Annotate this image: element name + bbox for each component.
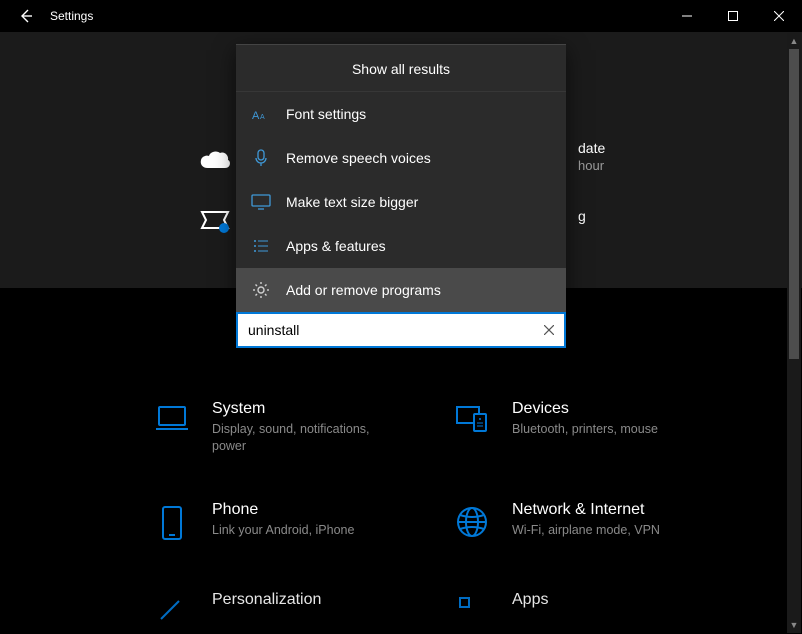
window-controls <box>664 0 802 32</box>
tile-label: Apps <box>512 591 548 609</box>
tile-label: Devices <box>512 400 658 418</box>
result-label: Apps & features <box>286 238 386 254</box>
maximize-button[interactable] <box>710 0 756 32</box>
globe-icon <box>452 501 492 545</box>
scroll-up-arrow-icon[interactable]: ▲ <box>787 33 801 49</box>
tile-label: System <box>212 400 392 418</box>
tile-desc: Bluetooth, printers, mouse <box>512 421 658 438</box>
tile-apps[interactable]: Apps <box>452 591 752 634</box>
scroll-down-arrow-icon[interactable]: ▼ <box>787 617 801 633</box>
window-title: Settings <box>50 9 93 23</box>
browsing-peek: g <box>578 208 586 224</box>
peek-text-1: date <box>578 140 605 156</box>
back-arrow-icon <box>18 8 34 24</box>
result-apps-features[interactable]: Apps & features <box>236 224 566 268</box>
categories-grid: System Display, sound, notifications, po… <box>152 400 742 634</box>
vertical-scrollbar[interactable]: ▲ ▼ <box>787 33 801 633</box>
svg-text:A: A <box>252 110 260 122</box>
update-peek: date hour <box>578 140 605 173</box>
result-font-settings[interactable]: AA Font settings <box>236 92 566 136</box>
result-add-remove-programs[interactable]: Add or remove programs <box>236 268 566 312</box>
result-text-size[interactable]: Make text size bigger <box>236 180 566 224</box>
laptop-icon <box>152 400 192 444</box>
tile-label: Personalization <box>212 591 321 609</box>
list-icon <box>250 235 272 257</box>
tile-phone[interactable]: Phone Link your Android, iPhone <box>152 501 452 545</box>
monitor-icon <box>250 191 272 213</box>
search-results-dropdown: Show all results AA Font settings Remove… <box>236 44 566 348</box>
close-icon <box>774 11 784 21</box>
maximize-icon <box>728 11 738 21</box>
search-input[interactable] <box>238 322 534 338</box>
tile-desc: Display, sound, notifications, power <box>212 421 392 455</box>
show-all-results[interactable]: Show all results <box>236 45 566 92</box>
titlebar: Settings <box>0 0 802 32</box>
svg-text:A: A <box>260 114 265 121</box>
back-button[interactable] <box>6 0 46 32</box>
cloud-icon <box>198 148 232 170</box>
devices-icon <box>452 400 492 444</box>
font-icon: AA <box>250 103 272 125</box>
tile-network[interactable]: Network & Internet Wi-Fi, airplane mode,… <box>452 501 752 545</box>
search-box[interactable] <box>236 312 566 348</box>
mic-icon <box>250 147 272 169</box>
tile-label: Network & Internet <box>512 501 660 519</box>
onedrive-peek <box>198 148 232 170</box>
result-label: Remove speech voices <box>286 150 431 166</box>
tile-personalization[interactable]: Personalization <box>152 591 452 634</box>
clear-search-button[interactable] <box>534 314 564 346</box>
ribbon-icon <box>198 208 232 236</box>
apps-icon <box>452 591 492 634</box>
tile-desc: Wi-Fi, airplane mode, VPN <box>512 522 660 539</box>
peek-text-2: hour <box>578 158 605 173</box>
result-label: Font settings <box>286 106 366 122</box>
scroll-thumb[interactable] <box>789 49 799 359</box>
result-remove-speech[interactable]: Remove speech voices <box>236 136 566 180</box>
tile-system[interactable]: System Display, sound, notifications, po… <box>152 400 452 455</box>
gear-icon <box>250 279 272 301</box>
peek-text-3: g <box>578 208 586 224</box>
rewards-peek <box>198 208 232 239</box>
tile-devices[interactable]: Devices Bluetooth, printers, mouse <box>452 400 752 455</box>
result-label: Make text size bigger <box>286 194 418 210</box>
tile-label: Phone <box>212 501 354 519</box>
tile-desc: Link your Android, iPhone <box>212 522 354 539</box>
close-button[interactable] <box>756 0 802 32</box>
brush-icon <box>152 591 192 634</box>
minimize-button[interactable] <box>664 0 710 32</box>
settings-window: Settings date hour g S <box>0 0 802 634</box>
result-label: Add or remove programs <box>286 282 441 298</box>
x-icon <box>544 325 554 335</box>
minimize-icon <box>682 11 692 21</box>
phone-icon <box>152 501 192 545</box>
